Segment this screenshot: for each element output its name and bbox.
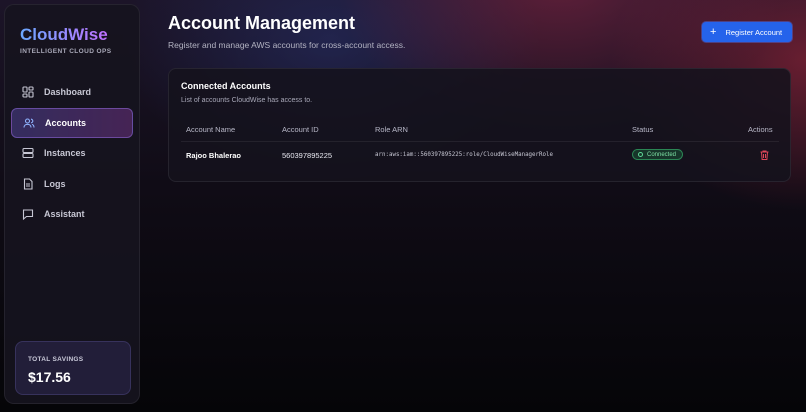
account-name-cell: Rajoo Bhalerao — [186, 151, 242, 160]
users-icon — [23, 117, 35, 129]
total-savings-card: TOTAL SAVINGS $17.56 — [15, 341, 131, 395]
sidebar-item-label: Assistant — [44, 209, 85, 219]
file-icon — [22, 177, 34, 190]
connected-accounts-panel: Connected Accounts List of accounts Clou… — [168, 68, 791, 182]
register-account-label: Register Account — [725, 27, 783, 37]
page-subtitle: Register and manage AWS accounts for cro… — [168, 40, 406, 50]
trash-icon — [760, 150, 769, 160]
sidebar-item-dashboard[interactable]: Dashboard — [11, 77, 133, 107]
dashboard-icon — [22, 86, 34, 98]
sidebar-item-assistant[interactable]: Assistant — [11, 199, 133, 229]
sidebar-item-accounts[interactable]: Accounts — [11, 107, 133, 138]
sidebar-item-label: Dashboard — [44, 87, 92, 97]
sidebar-item-label: Accounts — [45, 117, 87, 128]
register-account-button[interactable]: + Register Account — [702, 22, 792, 42]
column-header-actions: Actions — [748, 125, 773, 134]
savings-label: TOTAL SAVINGS — [28, 356, 84, 363]
delete-account-button[interactable] — [760, 150, 769, 160]
app-tagline: INTELLIGENT CLOUD OPS — [20, 48, 112, 55]
column-header-status: Status — [632, 125, 654, 134]
plus-icon: + — [710, 25, 717, 38]
sidebar-item-label: Logs — [44, 178, 66, 189]
sidebar-item-logs[interactable]: Logs — [11, 169, 133, 199]
check-circle-icon — [638, 152, 643, 157]
panel-subtitle: List of accounts CloudWise has access to… — [181, 97, 313, 104]
sidebar-nav: Dashboard Accounts Instances Logs Assist… — [11, 77, 133, 230]
status-label: Connected — [647, 151, 677, 158]
column-header-role-arn: Role ARN — [375, 125, 408, 134]
column-header-account-id: Account ID — [282, 125, 319, 134]
sidebar: CloudWise INTELLIGENT CLOUD OPS Dashboar… — [4, 4, 140, 404]
role-arn-cell: arn:aws:iam::560397895225:role/CloudWise… — [375, 152, 553, 158]
server-icon — [22, 147, 34, 159]
sidebar-item-instances[interactable]: Instances — [11, 138, 133, 168]
app-logo[interactable]: CloudWise — [20, 25, 108, 45]
column-header-account-name: Account Name — [186, 125, 236, 134]
status-badge: Connected — [632, 149, 684, 160]
chat-icon — [22, 208, 34, 220]
sidebar-item-label: Instances — [44, 148, 86, 158]
table-divider — [181, 141, 779, 142]
panel-title: Connected Accounts — [181, 81, 271, 91]
account-id-cell: 560397895225 — [282, 151, 333, 160]
savings-value: $17.56 — [28, 369, 71, 385]
page-title: Account Management — [168, 13, 356, 33]
